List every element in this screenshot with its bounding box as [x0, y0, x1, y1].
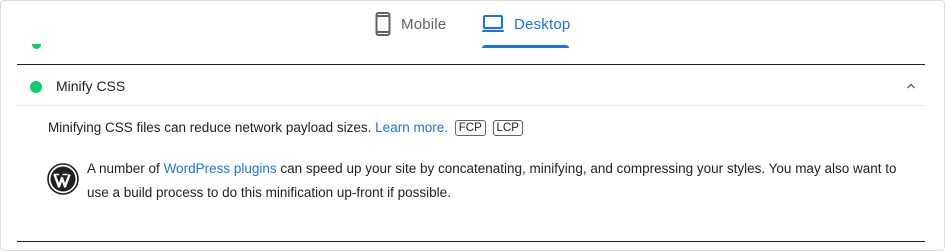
previous-audit-title-clipped	[58, 44, 200, 48]
learn-more-link[interactable]: Learn more.	[375, 120, 448, 135]
pass-status-dot	[30, 81, 42, 93]
tab-desktop-label: Desktop	[514, 16, 571, 33]
stack-pack-text-before: A number of	[87, 161, 160, 176]
wordpress-plugins-link[interactable]: WordPress plugins	[164, 161, 277, 176]
selected-tab-indicator	[482, 45, 569, 48]
audit-title: Minify CSS	[56, 78, 126, 94]
tab-mobile[interactable]: Mobile	[375, 12, 446, 48]
stack-pack-advice: A number of WordPress plugins can speed …	[87, 157, 917, 205]
chevron-up-icon[interactable]	[905, 79, 917, 91]
tab-mobile-label: Mobile	[401, 16, 447, 33]
wordpress-logo-icon	[47, 163, 79, 195]
audit-bottom-divider	[17, 241, 925, 242]
audit-description: Minifying CSS files can reduce network p…	[48, 118, 523, 138]
audit-description-text: Minifying CSS files can reduce network p…	[48, 120, 372, 135]
metric-tag-fcp: FCP	[454, 120, 486, 136]
laptop-icon	[482, 12, 504, 39]
device-tabs: Mobile Desktop	[0, 0, 945, 50]
metric-tag-lcp: LCP	[492, 120, 523, 136]
audit-header-minify-css[interactable]: Minify CSS	[17, 65, 925, 106]
tab-desktop[interactable]: Desktop	[482, 12, 570, 48]
mobile-phone-icon	[375, 12, 391, 41]
